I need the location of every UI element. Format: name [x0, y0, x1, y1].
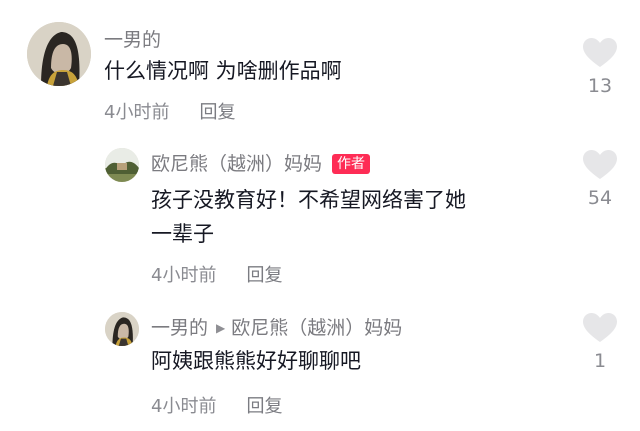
like-button[interactable]: 1: [580, 313, 620, 373]
landscape-avatar-icon: [105, 148, 139, 182]
avatar[interactable]: [105, 312, 139, 346]
comment-timestamp: 4小时前: [151, 396, 217, 417]
reply-to-username[interactable]: 欧尼熊（越洲）妈妈: [231, 317, 402, 339]
comment-timestamp: 4小时前: [104, 102, 170, 123]
comment-username[interactable]: 欧尼熊（越洲）妈妈 作者: [151, 152, 371, 176]
like-count: 13: [587, 75, 613, 97]
heart-icon: [583, 150, 617, 179]
user-avatar-icon: [27, 22, 91, 86]
avatar[interactable]: [105, 148, 139, 182]
avatar[interactable]: [27, 22, 91, 86]
like-count: 1: [593, 350, 607, 372]
like-button[interactable]: 13: [580, 38, 620, 98]
reply-arrow-icon: ▶: [216, 321, 226, 335]
comment-text: 阿姨跟熊熊好好聊聊吧: [151, 349, 361, 373]
comment-text-line-2: 一辈子: [151, 222, 214, 246]
comment-timestamp: 4小时前: [151, 265, 217, 286]
comment-text: 什么情况啊 为啥删作品啊: [104, 59, 342, 83]
user-avatar-icon: [105, 312, 139, 346]
comment-username[interactable]: 一男的: [151, 317, 208, 339]
heart-icon: [583, 313, 617, 342]
comment-text-line-1: 孩子没教育好！不希望网络害了她: [151, 188, 466, 212]
heart-icon: [583, 38, 617, 67]
reply-button[interactable]: 回复: [246, 265, 282, 286]
comment-username[interactable]: 一男的: [104, 28, 161, 52]
reply-button[interactable]: 回复: [199, 102, 235, 123]
comment-username-row: 一男的 ▶ 欧尼熊（越洲）妈妈: [151, 316, 402, 342]
author-badge: 作者: [332, 154, 371, 174]
like-button[interactable]: 54: [580, 150, 620, 210]
reply-button[interactable]: 回复: [246, 396, 282, 417]
like-count: 54: [587, 187, 613, 209]
